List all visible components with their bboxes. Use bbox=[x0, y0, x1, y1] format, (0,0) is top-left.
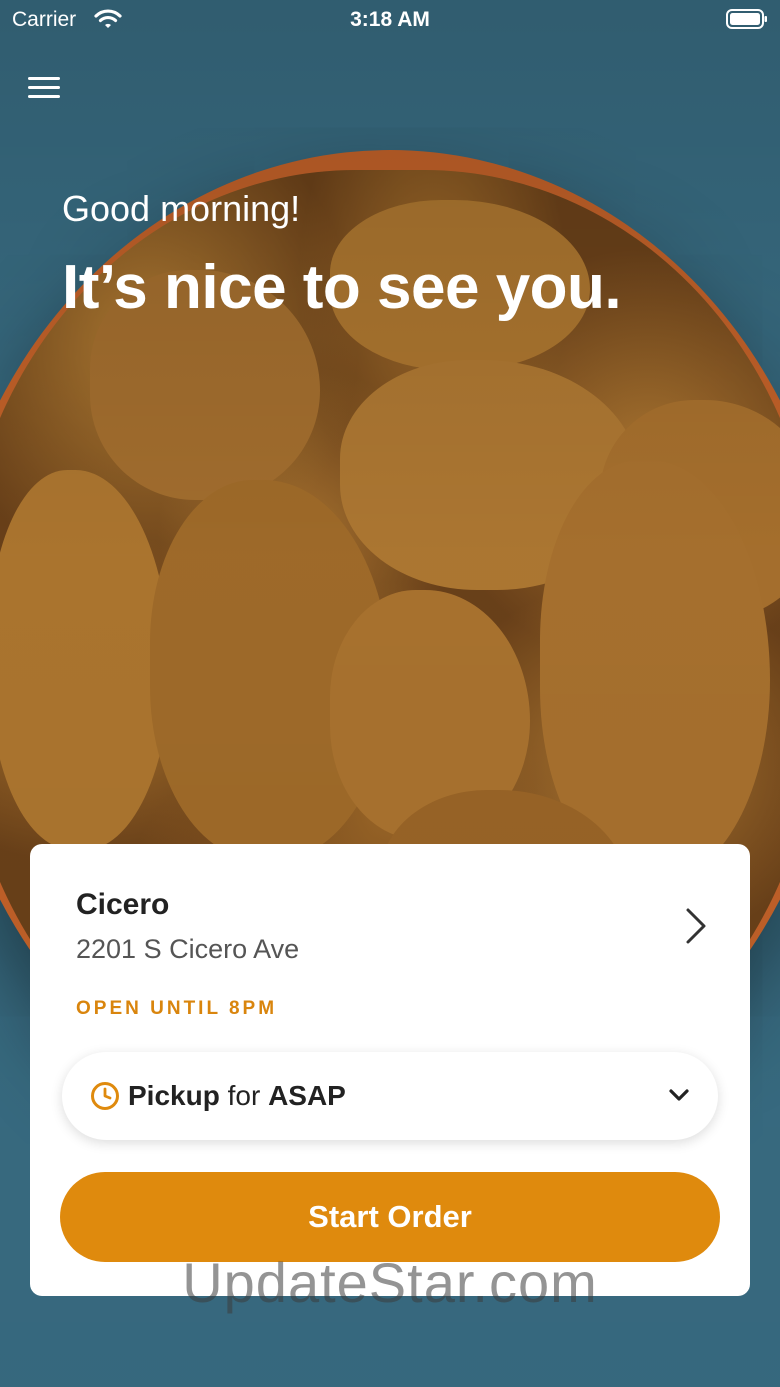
pickup-connector: for bbox=[227, 1080, 261, 1111]
pickup-summary: Pickup for ASAP bbox=[128, 1080, 346, 1112]
status-time: 3:18 AM bbox=[350, 8, 430, 31]
greeting-text: Good morning! bbox=[62, 188, 301, 229]
pickup-time: ASAP bbox=[268, 1080, 346, 1111]
home-screen: Carrier 3:18 AM Good morning! It’s nice … bbox=[0, 0, 780, 1387]
chevron-down-icon bbox=[669, 1089, 689, 1101]
chevron-right-icon[interactable] bbox=[684, 906, 708, 946]
battery-icon bbox=[726, 9, 767, 29]
store-name: Cicero bbox=[76, 888, 170, 921]
store-address: 2201 S Cicero Ave bbox=[76, 934, 300, 964]
pickup-method: Pickup bbox=[128, 1080, 220, 1111]
store-hours-status: OPEN UNTIL 8PM bbox=[76, 998, 278, 1019]
welcome-headline: It’s nice to see you. bbox=[62, 253, 622, 322]
pickup-time-selector[interactable]: Pickup for ASAP bbox=[62, 1052, 718, 1140]
status-bar: Carrier 3:18 AM bbox=[0, 0, 780, 42]
start-order-button[interactable]: Start Order bbox=[60, 1172, 720, 1262]
clock-icon bbox=[91, 1082, 119, 1110]
watermark: UpdateStar.com bbox=[182, 1251, 598, 1314]
menu-icon[interactable] bbox=[28, 72, 64, 106]
store-card: Cicero 2201 S Cicero Ave OPEN UNTIL 8PM … bbox=[30, 844, 750, 1296]
